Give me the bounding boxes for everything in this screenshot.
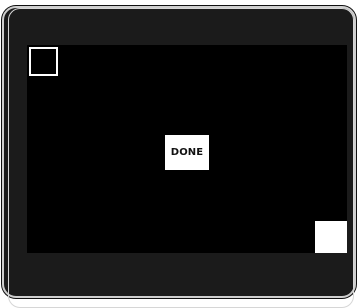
calibration-target-filled-icon[interactable] bbox=[315, 221, 347, 253]
done-button[interactable]: DONE bbox=[165, 135, 209, 170]
calibration-target-outline-icon[interactable] bbox=[29, 47, 58, 76]
